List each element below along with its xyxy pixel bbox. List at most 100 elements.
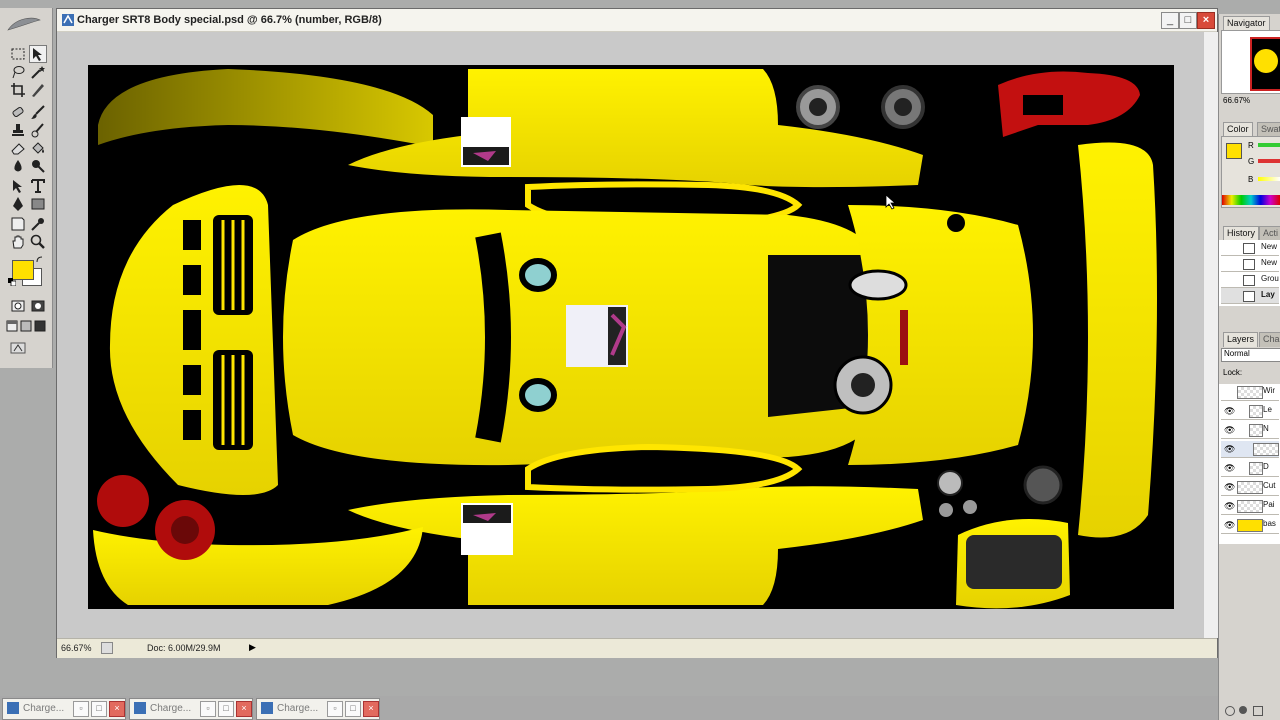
healing-brush-tool-icon[interactable] [10, 104, 26, 120]
tab-actions[interactable]: Acti [1259, 226, 1280, 241]
maximize-icon[interactable]: □ [345, 701, 361, 717]
default-colors-icon[interactable] [8, 278, 16, 286]
layer-row[interactable]: 👁 N [1221, 422, 1279, 439]
document-window: Charger SRT8 Body special.psd @ 66.7% (n… [56, 8, 1218, 658]
layer-row[interactable]: 👁 D [1221, 460, 1279, 477]
taskbar-window-2[interactable]: Charge... ▫ □ × [129, 698, 253, 720]
window-bottom [525, 443, 803, 493]
color-panel: R G B [1221, 136, 1280, 208]
tab-layers[interactable]: Layers [1223, 332, 1259, 347]
restore-icon[interactable]: ▫ [73, 701, 89, 717]
photoshop-feather-icon [7, 17, 41, 31]
document-icon [7, 702, 19, 714]
taskbar-window-1[interactable]: Charge... ▫ □ × [2, 698, 126, 720]
magic-wand-tool-icon[interactable] [30, 64, 46, 80]
close-button[interactable]: × [1197, 12, 1215, 29]
rectangle-tool-icon[interactable] [30, 196, 46, 212]
path-selection-tool-icon[interactable] [10, 178, 26, 194]
pen-tool-icon[interactable] [10, 196, 26, 212]
blue-slider[interactable] [1258, 177, 1280, 181]
maximize-icon[interactable]: □ [218, 701, 234, 717]
layer-mask-icon[interactable] [1239, 706, 1247, 714]
document-icon [134, 702, 146, 714]
lock-label: Lock: [1223, 368, 1243, 377]
hand-tool-icon[interactable] [10, 234, 26, 250]
clone-stamp-tool-icon[interactable] [10, 122, 26, 138]
jump-to-imageready-icon[interactable] [10, 340, 26, 356]
vertical-scrollbar[interactable] [1203, 32, 1218, 638]
history-item[interactable]: New [1221, 240, 1279, 256]
swap-colors-icon[interactable] [36, 256, 44, 264]
car-texture-canvas[interactable] [88, 65, 1174, 609]
close-icon[interactable]: × [236, 701, 252, 717]
restore-icon[interactable]: ▫ [200, 701, 216, 717]
eyedropper-tool-icon[interactable] [30, 216, 46, 232]
taskbar-window-3[interactable]: Charge... ▫ □ × [256, 698, 380, 720]
layers-footer-icons[interactable] [1223, 704, 1277, 716]
screen-mode-standard-icon[interactable] [6, 320, 18, 332]
notes-tool-icon[interactable] [10, 216, 26, 232]
document-title-bar[interactable]: Charger SRT8 Body special.psd @ 66.7% (n… [57, 9, 1217, 32]
brush-tool-icon[interactable] [30, 104, 46, 120]
move-tool-icon[interactable] [29, 45, 47, 63]
document-icon [62, 14, 74, 26]
document-title: Charger SRT8 Body special.psd @ 66.7% (n… [77, 14, 382, 26]
status-arrow-icon[interactable]: ▶ [249, 642, 256, 653]
tab-history[interactable]: History [1223, 226, 1260, 241]
screen-mode-full-menu-icon[interactable] [20, 320, 32, 332]
type-tool-icon[interactable] [30, 178, 46, 194]
new-layer-icon[interactable] [1253, 706, 1263, 716]
maximize-button[interactable]: □ [1179, 12, 1197, 29]
lasso-tool-icon[interactable] [10, 64, 26, 80]
minimize-button[interactable]: _ [1161, 12, 1179, 29]
crop-tool-icon[interactable] [10, 82, 26, 98]
rear-bumper [1078, 142, 1157, 538]
green-slider[interactable] [1258, 159, 1280, 163]
history-brush-tool-icon[interactable] [30, 122, 46, 138]
navigator-zoom[interactable]: 66.67% [1223, 96, 1250, 105]
blur-tool-icon[interactable] [10, 158, 26, 174]
color-ramp[interactable] [1222, 195, 1280, 205]
wheel-4 [937, 470, 963, 496]
navigator-panel[interactable] [1221, 30, 1280, 94]
tab-swatches[interactable]: Swatc [1257, 122, 1280, 137]
red-slider[interactable] [1258, 143, 1280, 147]
standard-mode-icon[interactable] [10, 298, 26, 314]
dodge-tool-icon[interactable] [30, 158, 46, 174]
eraser-tool-icon[interactable] [10, 140, 26, 156]
layer-row[interactable]: Wir [1221, 384, 1279, 401]
tab-color[interactable]: Color [1223, 122, 1253, 137]
maximize-icon[interactable]: □ [91, 701, 107, 717]
close-icon[interactable]: × [109, 701, 125, 717]
layer-row[interactable]: 👁 Cut [1221, 479, 1279, 496]
restore-icon[interactable]: ▫ [327, 701, 343, 717]
layer-style-icon[interactable] [1225, 706, 1235, 716]
zoom-tool-icon[interactable] [30, 234, 46, 250]
blend-mode-select[interactable]: Normal [1221, 348, 1280, 362]
layers-list: Wir 👁 Le 👁 N 👁 👁 D 👁 Cut 👁 Pai 👁 bas [1219, 384, 1280, 544]
canvas-area[interactable] [57, 32, 1203, 638]
history-item[interactable]: New [1221, 256, 1279, 272]
foreground-color-swatch[interactable] [12, 260, 34, 280]
close-icon[interactable]: × [363, 701, 379, 717]
tab-channels[interactable]: Char [1259, 332, 1280, 347]
palettes-dock: Navigator 66.67% Color Swatc R G B Histo… [1218, 14, 1280, 720]
status-menu-icon[interactable] [101, 642, 113, 654]
layer-row[interactable]: 👁 [1221, 441, 1279, 458]
slice-tool-icon[interactable] [30, 82, 46, 98]
tab-navigator[interactable]: Navigator [1223, 16, 1270, 31]
layer-row[interactable]: 👁 Le [1221, 403, 1279, 420]
color-fg-swatch[interactable] [1226, 143, 1242, 159]
document-icon [261, 702, 273, 714]
layer-row[interactable]: 👁 Pai [1221, 498, 1279, 515]
paint-bucket-tool-icon[interactable] [30, 140, 46, 156]
marquee-tool-icon[interactable] [10, 46, 26, 62]
quick-mask-mode-icon[interactable] [30, 298, 46, 314]
layer-row[interactable]: 👁 bas [1221, 517, 1279, 534]
history-list: New New Grou Lay [1219, 240, 1280, 306]
history-item[interactable]: Grou [1221, 272, 1279, 288]
wheel-3 [1023, 465, 1063, 505]
zoom-level[interactable]: 66.67% [61, 643, 92, 653]
history-item[interactable]: Lay [1221, 288, 1279, 304]
screen-mode-full-icon[interactable] [34, 320, 46, 332]
